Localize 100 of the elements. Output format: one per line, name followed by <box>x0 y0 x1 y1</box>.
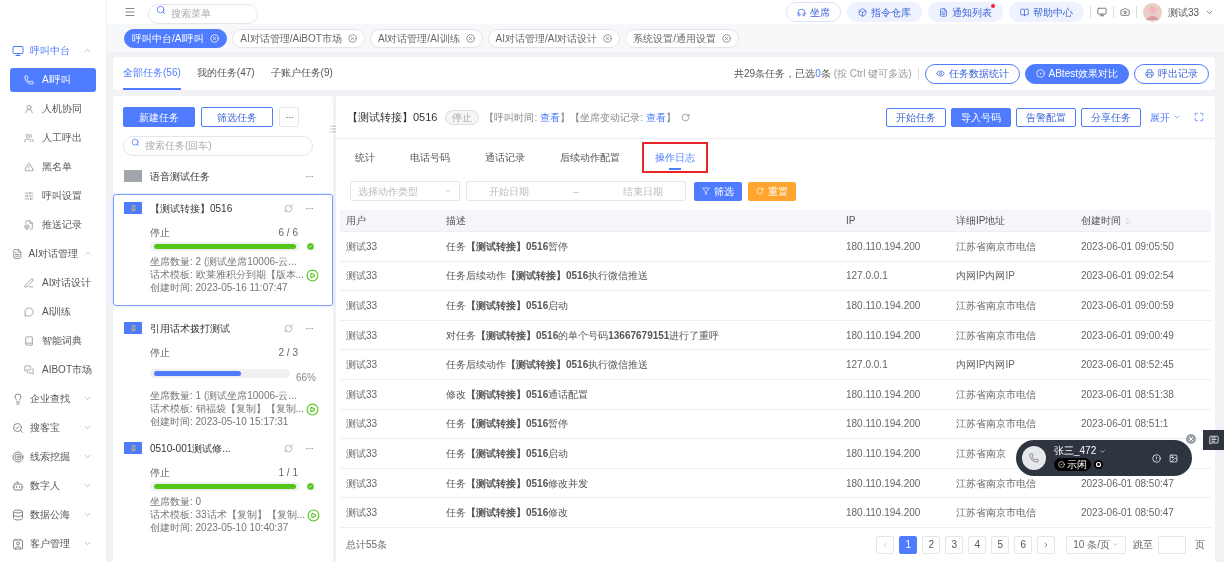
action-button[interactable]: 导入号码 <box>951 107 1011 127</box>
detail-tab[interactable]: 电话号码 <box>398 143 462 172</box>
screen-icon[interactable] <box>1096 7 1107 17</box>
sidebar-item[interactable]: AIBOT市场 <box>10 357 96 382</box>
action-button[interactable]: 告警配置 <box>1016 107 1076 127</box>
detail-tab[interactable]: 操作日志 <box>643 143 707 172</box>
sidebar-item[interactable]: 智能词典 <box>10 328 96 353</box>
detail-tab[interactable]: 统计 <box>343 143 387 172</box>
refresh-icon[interactable] <box>284 203 293 213</box>
sidebar-group[interactable]: 客户管理 <box>0 529 106 558</box>
image-icon[interactable] <box>1169 453 1178 463</box>
sidebar-group[interactable]: 呼叫中台 <box>0 36 106 65</box>
detail-tab[interactable]: 通话记录 <box>473 143 537 172</box>
sidebar-group[interactable]: 企业查找 <box>0 384 106 413</box>
header-button[interactable]: 指令仓库 <box>846 2 922 22</box>
page-button[interactable]: 6 <box>1014 535 1033 554</box>
task-folder[interactable]: 语音测试任务 <box>113 164 333 188</box>
sidebar-group[interactable]: AI对话管理 <box>0 239 106 268</box>
page-button[interactable]: 2 <box>922 535 941 554</box>
sidebar-item[interactable]: AI呼叫 <box>10 67 96 92</box>
chat-button[interactable] <box>1203 430 1224 450</box>
search-field[interactable]: 搜索菜单 <box>148 3 258 24</box>
view-link[interactable]: 查看 <box>540 109 561 125</box>
sidebar-group[interactable]: 线索挖掘 <box>0 442 106 471</box>
user-name[interactable]: 测试33 <box>1167 4 1199 20</box>
task-card[interactable]: 0510-001测试修... 停止 1 / 1 坐席数量: 0 话术模板: 33话术【复制】【复制... 创建时间: 2023-05-10 10:40:37 <box>113 434 333 546</box>
page-button[interactable]: 1 <box>899 535 918 554</box>
table-cell-text: 测试33 <box>346 299 378 313</box>
agent-name: 张三_472 <box>1054 445 1097 457</box>
table-cell-text: 180.110.194.200 <box>846 239 921 254</box>
page-button[interactable]: 3 <box>945 535 964 554</box>
refresh-icon[interactable] <box>284 323 293 333</box>
sort-icon[interactable] <box>1124 216 1132 225</box>
column-header[interactable]: 创建时间 <box>1081 213 1132 228</box>
sidebar-item[interactable]: 人工呼出 <box>10 125 96 150</box>
sidebar-item[interactable]: AI对话设计 <box>10 270 96 295</box>
task-count: 1 / 1 <box>278 466 298 480</box>
task-tab[interactable]: 全部任务(56) <box>123 57 181 90</box>
action-button[interactable]: 开始任务 <box>886 107 946 127</box>
chevron-up-icon <box>84 249 92 258</box>
sidebar-item[interactable]: 推送记录 <box>10 212 96 237</box>
action-button[interactable]: 新建任务 <box>123 107 195 127</box>
task-search-field[interactable]: 搜索任务(回车) <box>123 135 313 156</box>
page-tab[interactable]: AI对话管理/AI对话设计 <box>487 28 621 48</box>
task-card[interactable]: 【测试转接】0516 停止 6 / 6 坐席数量: 2 (测试坐席10006-云... 话术模板: 欧莱雅积分到期【版本... 创建时间: 2023-05-16 11:07:47 <box>113 194 333 306</box>
refresh-icon[interactable] <box>284 443 293 453</box>
header-button[interactable]: 通知列表 <box>927 2 1003 22</box>
close-icon[interactable] <box>465 33 475 43</box>
table-cell-text: 测试33 <box>346 387 378 402</box>
task-tab[interactable]: 我的任务(47) <box>196 57 255 90</box>
sidebar-item[interactable]: 呼叫设置 <box>10 183 96 208</box>
sidebar-item[interactable]: 黑名单 <box>10 154 96 179</box>
page-tab[interactable]: AI对话管理/AiBOT市场 <box>232 28 365 48</box>
page-size-select[interactable]: 10 条/页 <box>1066 535 1126 554</box>
view-link[interactable]: 查看 <box>646 109 667 125</box>
chevron-down-icon <box>83 539 92 548</box>
action-button[interactable]: 筛选任务 <box>201 107 273 127</box>
play-icon[interactable] <box>307 509 320 522</box>
page-tab[interactable]: 系统设置/通用设置 <box>625 28 740 48</box>
page-button[interactable]: 5 <box>991 535 1010 554</box>
caret-icon[interactable] <box>1099 447 1107 455</box>
sidebar-item[interactable]: 人机协同 <box>10 96 96 121</box>
page-input[interactable] <box>1158 535 1186 554</box>
close-icon[interactable] <box>1186 434 1196 444</box>
header-button[interactable]: 帮助中心 <box>1008 2 1084 22</box>
info-icon[interactable] <box>1152 453 1161 463</box>
detail-tab[interactable]: 后续动作配置 <box>548 143 632 172</box>
prev-page-button[interactable] <box>876 535 895 554</box>
header-button[interactable]: 坐席 <box>785 2 841 22</box>
toolbar-button[interactable]: 呼出记录 <box>1134 63 1209 84</box>
table-cell-text: 2023-06-01 08:50:47 <box>1081 506 1174 521</box>
call-widget[interactable]: 张三_472 示闲 <box>1016 440 1192 476</box>
gear-icon[interactable] <box>1094 460 1103 469</box>
refresh-icon[interactable] <box>681 112 691 122</box>
fullscreen-icon[interactable] <box>1194 112 1204 122</box>
toolbar-button[interactable]: 任务数据统计 <box>924 63 1020 84</box>
task-card[interactable]: 引用话术拨打测试 停止 2 / 3 66% 坐席数量: 1 (测试坐席10006-云... 话术模板: 销福袋【复制】【复制... 创建时间: 2023-05-10 15:17:31 <box>113 314 333 426</box>
task-tab[interactable]: 子账户任务(9) <box>270 57 333 90</box>
sidebar-group[interactable]: 数字人 <box>0 471 106 500</box>
expand-button[interactable]: 展开 <box>1150 109 1181 125</box>
sidebar-item[interactable]: AI训练 <box>10 299 96 324</box>
more-button[interactable] <box>279 107 299 127</box>
sidebar-group[interactable]: 搜客宝 <box>0 413 106 442</box>
close-icon[interactable] <box>722 33 732 43</box>
avatar[interactable] <box>1142 2 1162 22</box>
action-button[interactable]: 分享任务 <box>1081 107 1141 127</box>
sidebar-group[interactable]: 数据公海 <box>0 500 106 529</box>
next-page-button[interactable] <box>1037 535 1056 554</box>
filter-button[interactable]: 筛选 <box>694 181 742 201</box>
toolbar-button[interactable]: ABtest效果对比 <box>1024 63 1129 84</box>
page-button[interactable]: 4 <box>968 535 987 554</box>
table-cell-text: 任务【测试转接】0516暂停 <box>446 239 569 254</box>
play-icon[interactable] <box>305 403 319 416</box>
close-icon[interactable] <box>603 33 613 43</box>
close-icon[interactable] <box>347 33 357 43</box>
page-tab[interactable]: 呼叫中台/AI呼叫 <box>124 28 228 48</box>
camera-icon[interactable] <box>1119 7 1130 17</box>
page-tab[interactable]: AI对话管理/AI训练 <box>369 28 483 48</box>
table-cell-text: 180.110.194.200 <box>846 387 921 402</box>
play-icon[interactable] <box>305 269 319 282</box>
